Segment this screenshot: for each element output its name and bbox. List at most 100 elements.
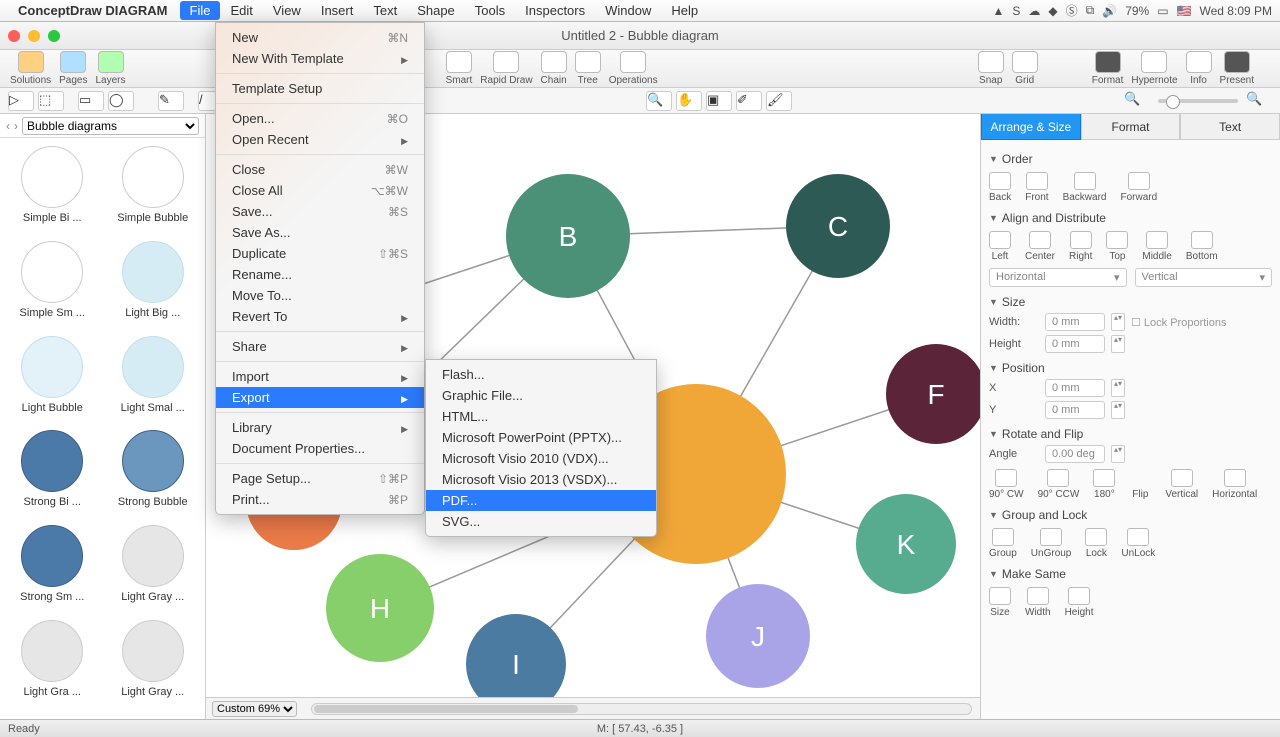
flip-h[interactable]: Horizontal — [1212, 469, 1257, 500]
menu-text[interactable]: Text — [363, 1, 407, 20]
tab-text[interactable]: Text — [1180, 114, 1280, 140]
export-microsoft-visio-vdx-[interactable]: Microsoft Visio 2010 (VDX)... — [426, 448, 656, 469]
shape-item[interactable]: Strong Bi ... — [4, 430, 101, 521]
export-microsoft-visio-vsdx-[interactable]: Microsoft Visio 2013 (VSDX)... — [426, 469, 656, 490]
tool-brush[interactable]: 🖌 — [766, 91, 792, 111]
same-size[interactable]: Size — [989, 587, 1011, 618]
flip-v[interactable]: Vertical — [1165, 469, 1198, 500]
export-graphic-file-[interactable]: Graphic File... — [426, 385, 656, 406]
tool-pointer[interactable]: ▷ — [8, 91, 34, 111]
menu-view[interactable]: View — [263, 1, 311, 20]
tab-arrange[interactable]: Arrange & Size — [981, 114, 1081, 140]
sec-align[interactable]: Align and Distribute — [989, 211, 1272, 225]
menuitem-share[interactable]: Share — [216, 336, 424, 357]
tb-tree[interactable]: Tree — [575, 51, 601, 86]
tb-pages[interactable]: Pages — [59, 51, 87, 86]
align-top[interactable]: Top — [1106, 231, 1128, 262]
btn-backward[interactable]: Backward — [1063, 172, 1107, 203]
tab-format[interactable]: Format — [1081, 114, 1181, 140]
menuitem-print-[interactable]: Print...⌘P — [216, 489, 424, 510]
hscroll[interactable] — [311, 703, 972, 715]
menu-file[interactable]: File — [180, 1, 221, 20]
menuitem-page-setup-[interactable]: Page Setup...⇧⌘P — [216, 468, 424, 489]
tb-solutions[interactable]: Solutions — [10, 51, 51, 86]
height-field[interactable]: 0 mm — [1045, 335, 1105, 353]
tool-paint[interactable]: ✎ — [158, 91, 184, 111]
lib-back[interactable]: ‹ — [6, 119, 10, 133]
battery-icon[interactable]: ▭ — [1157, 4, 1168, 18]
sec-size[interactable]: Size — [989, 295, 1272, 309]
tb-operations[interactable]: Operations — [609, 51, 658, 86]
volume-icon[interactable]: 🔊 — [1102, 4, 1117, 18]
width-field[interactable]: 0 mm — [1045, 313, 1105, 331]
align-right[interactable]: Right — [1069, 231, 1092, 262]
shape-item[interactable]: Light Gra ... — [4, 620, 101, 711]
menuitem-open-recent[interactable]: Open Recent — [216, 129, 424, 150]
menuitem-duplicate[interactable]: Duplicate⇧⌘S — [216, 243, 424, 264]
rot-180[interactable]: 180° — [1093, 469, 1115, 500]
sec-order[interactable]: Order — [989, 152, 1272, 166]
tool-rect[interactable]: ▭ — [78, 91, 104, 111]
same-height[interactable]: Height — [1065, 587, 1094, 618]
app-name[interactable]: ConceptDraw DIAGRAM — [18, 3, 168, 18]
btn-ungroup[interactable]: UnGroup — [1031, 528, 1072, 559]
shape-item[interactable]: Light Smal ... — [105, 336, 202, 427]
menuitem-move-to-[interactable]: Move To... — [216, 285, 424, 306]
tb-format[interactable]: Format — [1092, 51, 1124, 86]
tool-zoom[interactable]: 🔍 — [646, 91, 672, 111]
rot-ccw[interactable]: 90° CCW — [1038, 469, 1080, 500]
shape-item[interactable]: Light Gray ... — [105, 620, 202, 711]
zoom-slider[interactable] — [1158, 99, 1238, 103]
menuitem-open-[interactable]: Open...⌘O — [216, 108, 424, 129]
sec-same[interactable]: Make Same — [989, 567, 1272, 581]
dist-h[interactable]: Horizontal▾ — [989, 268, 1127, 287]
shape-item[interactable]: Strong Sm ... — [4, 525, 101, 616]
export-svg-[interactable]: SVG... — [426, 511, 656, 532]
menu-inspectors[interactable]: Inspectors — [515, 1, 595, 20]
export-html-[interactable]: HTML... — [426, 406, 656, 427]
flag-icon[interactable]: 🇺🇸 — [1177, 4, 1192, 18]
cloud-icon[interactable]: ☁ — [1028, 4, 1040, 18]
rot-cw[interactable]: 90° CW — [989, 469, 1024, 500]
close-window[interactable] — [8, 30, 20, 42]
x-field[interactable]: 0 mm — [1045, 379, 1105, 397]
menuitem-close[interactable]: Close⌘W — [216, 159, 424, 180]
btn-front[interactable]: Front — [1025, 172, 1048, 203]
export-flash-[interactable]: Flash... — [426, 364, 656, 385]
lib-fwd[interactable]: › — [14, 119, 18, 133]
angle-field[interactable]: 0.00 deg — [1045, 445, 1105, 463]
tool-select[interactable]: ⬚ — [38, 91, 64, 111]
align-center[interactable]: Center — [1025, 231, 1055, 262]
menuitem-document-properties-[interactable]: Document Properties... — [216, 438, 424, 459]
menuitem-save-[interactable]: Save...⌘S — [216, 201, 424, 222]
btn-group[interactable]: Group — [989, 528, 1017, 559]
library-select[interactable]: Bubble diagrams — [22, 117, 199, 135]
menuitem-close-all[interactable]: Close All⌥⌘W — [216, 180, 424, 201]
tool-ellipse[interactable]: ◯ — [108, 91, 134, 111]
btn-lock[interactable]: Lock — [1085, 528, 1107, 559]
menuitem-new-with-template[interactable]: New With Template — [216, 48, 424, 69]
s-icon[interactable]: S — [1012, 4, 1020, 18]
same-width[interactable]: Width — [1025, 587, 1051, 618]
lock-prop[interactable]: ☐ Lock Proportions — [1131, 316, 1226, 329]
tb-hypernote[interactable]: Hypernote — [1131, 51, 1177, 86]
align-bottom[interactable]: Bottom — [1186, 231, 1218, 262]
shape-item[interactable]: Simple Bubble — [105, 146, 202, 237]
shape-item[interactable]: Simple Bi ... — [4, 146, 101, 237]
wifi-icon[interactable]: ⧉ — [1086, 3, 1095, 18]
menu-insert[interactable]: Insert — [311, 1, 364, 20]
tb-grid[interactable]: Grid — [1012, 51, 1038, 86]
tool-hand[interactable]: ✋ — [676, 91, 702, 111]
menuitem-rename-[interactable]: Rename... — [216, 264, 424, 285]
tool-eyedrop[interactable]: ✐ — [736, 91, 762, 111]
tb-present[interactable]: Present — [1220, 51, 1254, 86]
menu-help[interactable]: Help — [661, 1, 708, 20]
btn-unlock[interactable]: UnLock — [1121, 528, 1155, 559]
align-left[interactable]: Left — [989, 231, 1011, 262]
export-pdf-[interactable]: PDF... — [426, 490, 656, 511]
sec-rotate[interactable]: Rotate and Flip — [989, 427, 1272, 441]
btn-forward[interactable]: Forward — [1120, 172, 1157, 203]
y-field[interactable]: 0 mm — [1045, 401, 1105, 419]
tb-layers[interactable]: Layers — [96, 51, 126, 86]
shape-item[interactable]: Strong Bubble — [105, 430, 202, 521]
